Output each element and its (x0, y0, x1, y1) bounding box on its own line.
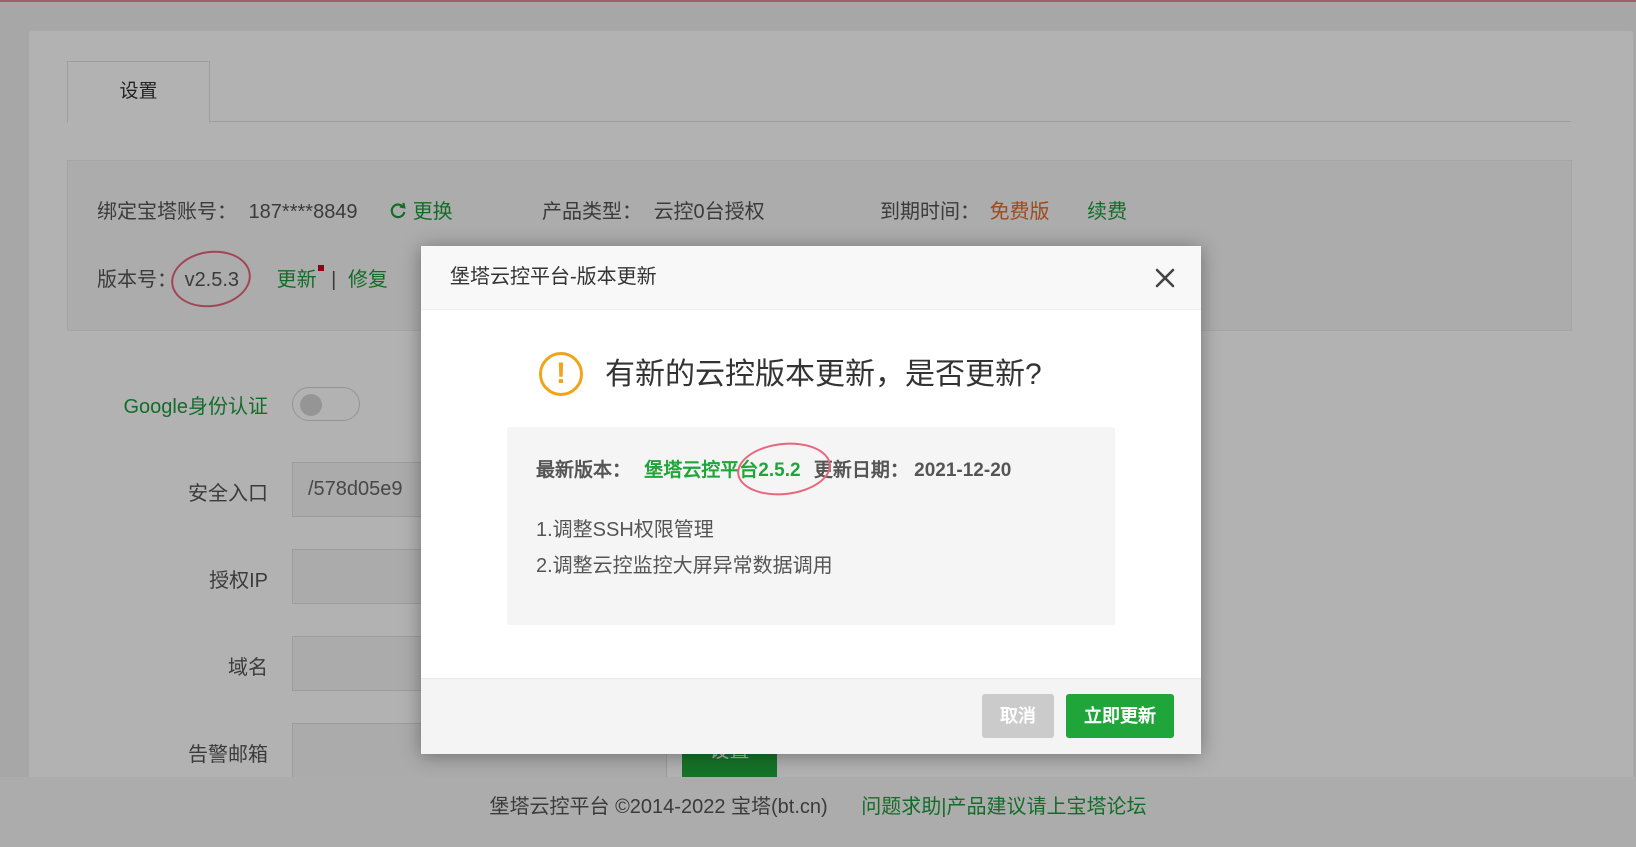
dialog-title: 堡塔云控平台-版本更新 (450, 266, 657, 288)
update-now-button[interactable]: 立即更新 (1066, 694, 1174, 738)
dialog-question: ! 有新的云控版本更新，是否更新? (539, 350, 1051, 404)
latest-label: 最新版本： (536, 460, 632, 481)
update-dialog: 堡塔云控平台-版本更新 ! 有新的云控版本更新，是否更新? 最新版本： 堡塔云控… (421, 246, 1201, 754)
version-info-panel: 最新版本： 堡塔云控平台2.5.2 更新日期： 2021-12-20 1.调整S… (507, 427, 1115, 625)
dialog-footer: 取消 立即更新 (421, 678, 1201, 754)
dialog-header: 堡塔云控平台-版本更新 (421, 246, 1201, 310)
question-text: 有新的云控版本更新，是否更新? (605, 358, 1042, 391)
close-icon[interactable] (1151, 264, 1179, 292)
update-note: 1.调整SSH权限管理 (536, 519, 714, 541)
warning-icon: ! (539, 352, 583, 396)
date-value: 2021-12-20 (914, 460, 1012, 481)
cancel-button[interactable]: 取消 (982, 694, 1054, 738)
update-note: 2.调整云控监控大屏异常数据调用 (536, 555, 833, 577)
latest-version-annotation-circle (734, 438, 834, 500)
